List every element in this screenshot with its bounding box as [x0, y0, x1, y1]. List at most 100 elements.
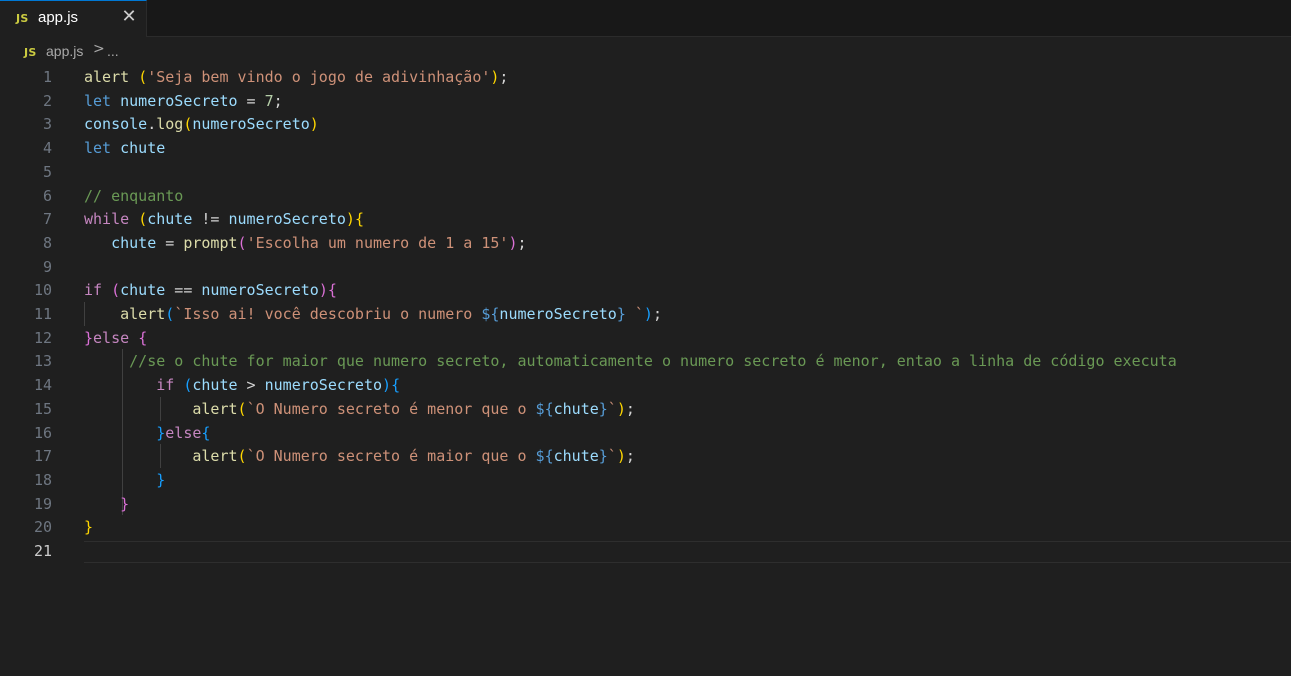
code-line[interactable]: 2 let numeroSecreto = 7;	[0, 90, 1291, 114]
line-number: 6	[42, 186, 52, 205]
code-token: }	[598, 399, 608, 418]
code-token: }	[84, 328, 94, 347]
code-token: {	[354, 210, 364, 229]
code-text: if (chute == numeroSecreto){	[84, 279, 337, 303]
code-token: (	[138, 210, 148, 229]
javascript-file-icon: JS	[24, 46, 37, 59]
code-line[interactable]: 20}	[0, 516, 1291, 540]
close-icon[interactable]: ✕	[118, 6, 140, 28]
code-token: alert	[192, 447, 238, 466]
code-token: if	[84, 281, 103, 300]
line-number: 4	[42, 139, 52, 158]
code-text: alert ('Seja bem vindo o jogo de adivinh…	[84, 66, 508, 90]
breadcrumb-file[interactable]: app.js	[46, 43, 83, 59]
code-token: `	[625, 305, 644, 323]
code-token: ==	[165, 281, 202, 300]
code-text: }	[84, 469, 165, 493]
code-editor[interactable]: 1 alert ('Seja bem vindo o jogo de adivin…	[0, 65, 1291, 676]
line-number: 16	[33, 423, 52, 442]
code-line[interactable]: 13 //se o chute for maior que numero sec…	[0, 350, 1291, 374]
line-number: 10	[33, 281, 52, 300]
code-token: {	[138, 328, 148, 347]
code-text: }	[84, 516, 93, 540]
code-token: chute	[120, 281, 166, 300]
code-token: =	[156, 233, 184, 252]
breadcrumb-symbols[interactable]: ...	[107, 43, 119, 59]
code-token: ${	[535, 447, 554, 466]
code-line[interactable]: 10 if (chute == numeroSecreto){	[0, 279, 1291, 303]
code-text: let numeroSecreto = 7;	[84, 90, 283, 114]
code-text: alert(`Isso ai! você descobriu o numero …	[84, 303, 662, 327]
code-line[interactable]: 14 if (chute > numeroSecreto){	[0, 374, 1291, 398]
code-token: }	[616, 305, 626, 323]
code-token: {	[391, 376, 401, 395]
line-number: 5	[42, 162, 52, 181]
code-token: `O Numero secreto é maior que o	[246, 447, 536, 466]
code-token: chute	[192, 376, 238, 395]
code-line[interactable]: 18 }	[0, 469, 1291, 493]
code-line[interactable]: 21	[0, 540, 1291, 564]
code-text: if (chute > numeroSecreto){	[84, 374, 400, 398]
tab-bar: JS app.js ✕	[0, 0, 1291, 37]
line-number: 21	[33, 542, 52, 560]
code-token: numeroSecreto	[228, 210, 346, 229]
code-token: )	[318, 281, 328, 300]
line-number: 7	[42, 210, 52, 229]
code-token: alert	[192, 399, 238, 418]
code-token: let	[84, 139, 112, 158]
code-line[interactable]: 17 alert(`O Numero secreto é maior que o…	[0, 445, 1291, 469]
code-line[interactable]: 6 // enquanto	[0, 185, 1291, 209]
code-line[interactable]: 16 }else{	[0, 422, 1291, 446]
code-line[interactable]: 15 alert(`O Numero secreto é menor que o…	[0, 398, 1291, 422]
line-number: 13	[33, 352, 52, 371]
code-line[interactable]: 5	[0, 161, 1291, 185]
code-text: }	[84, 493, 129, 517]
code-line[interactable]: 11 alert(`Isso ai! você descobriu o nume…	[0, 303, 1291, 327]
code-line[interactable]: 9	[0, 256, 1291, 280]
code-line[interactable]: 12}else {	[0, 327, 1291, 351]
line-number: 11	[33, 305, 52, 323]
code-line[interactable]: 1 alert ('Seja bem vindo o jogo de adivin…	[0, 66, 1291, 90]
code-line[interactable]: 19 }	[0, 493, 1291, 517]
line-number: 1	[42, 68, 52, 86]
line-number: 18	[33, 470, 52, 489]
code-token: 7	[264, 91, 274, 110]
line-number: 8	[42, 233, 52, 252]
line-number: 12	[33, 328, 52, 347]
chevron-right-icon: >	[93, 41, 105, 57]
code-line[interactable]: 8 chute = prompt('Escolha um numero de 1…	[0, 232, 1291, 256]
line-number: 3	[42, 115, 52, 134]
code-line[interactable]: 3 console.log(numeroSecreto)	[0, 113, 1291, 137]
line-number: 14	[33, 376, 52, 395]
code-line[interactable]: 4 let chute	[0, 137, 1291, 161]
code-token: {	[201, 423, 211, 442]
tab-app-js[interactable]: JS app.js ✕	[0, 0, 147, 37]
code-token: (	[165, 305, 175, 323]
code-token: else	[93, 328, 130, 347]
code-token: // enquanto	[84, 186, 184, 205]
code-token: ;	[273, 91, 283, 110]
code-token: (	[237, 447, 247, 466]
code-token: ${	[481, 305, 500, 323]
code-text: }else {	[84, 327, 147, 351]
code-line[interactable]: 7 while (chute != numeroSecreto){	[0, 208, 1291, 232]
line-number: 17	[33, 447, 52, 466]
code-token: }	[120, 494, 130, 513]
code-token: )	[616, 447, 626, 466]
code-token: 'Escolha um numero de 1 a 15'	[246, 233, 509, 252]
code-token: ;	[517, 233, 527, 252]
code-token: )	[643, 305, 653, 323]
code-token: }	[156, 423, 166, 442]
code-token: )	[616, 399, 626, 418]
breadcrumb: JS app.js > ...	[0, 38, 1291, 66]
